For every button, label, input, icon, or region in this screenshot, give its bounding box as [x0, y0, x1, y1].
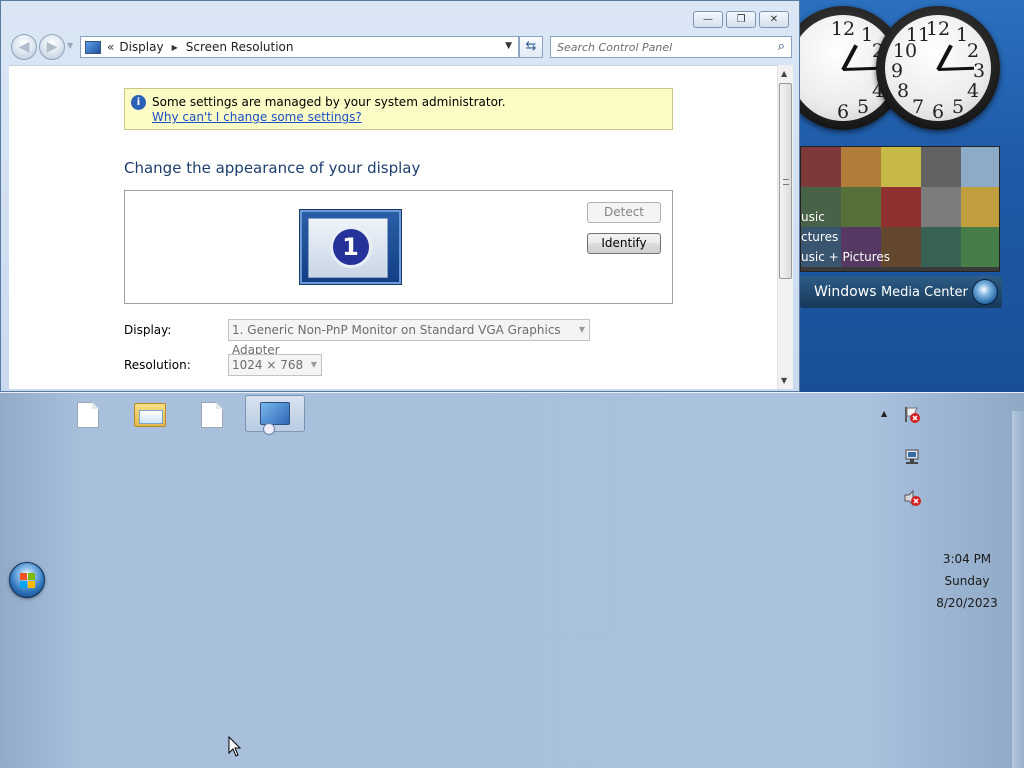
clock-numeral: 11	[905, 24, 931, 46]
clock-numeral: 6	[931, 101, 945, 123]
info-help-link[interactable]: Why can't I change some settings?	[152, 110, 362, 124]
chevron-down-icon: ▼	[578, 325, 585, 334]
clock-numeral: 9	[890, 60, 904, 82]
taskbar-clock-time[interactable]: 3:04 PM	[922, 552, 1012, 566]
admin-info-bar: i Some settings are managed by your syst…	[124, 88, 673, 130]
media-tile	[961, 187, 999, 227]
scroll-grip	[783, 179, 789, 185]
address-bar[interactable]: « Display ▶ Screen Resolution ▼	[80, 36, 519, 58]
taskbar-clock-date[interactable]: 8/20/2023	[922, 596, 1012, 610]
vertical-scrollbar[interactable]: ▲ ▼	[777, 65, 793, 389]
minimize-button[interactable]: —	[693, 11, 723, 28]
clock-minute-hand	[937, 66, 975, 71]
taskbar: ▲ 3:04 PM Sunday 8/20/2023	[0, 392, 1024, 768]
tray-overflow-icon[interactable]: ▲	[881, 409, 887, 418]
media-center-title-suffix: Media Center	[880, 284, 968, 300]
recent-pages-dropdown[interactable]: ▼	[67, 41, 73, 50]
document-icon	[201, 402, 223, 428]
clock-minute-hand	[842, 66, 880, 71]
resolution-label: Resolution:	[124, 358, 191, 372]
media-tile	[881, 147, 921, 187]
control-panel-icon	[260, 402, 290, 435]
clock-numeral: 5	[856, 96, 870, 118]
info-message: Some settings are managed by your system…	[152, 95, 506, 109]
windows-logo-icon	[20, 573, 36, 589]
volume-muted-icon[interactable]	[903, 489, 921, 507]
resolution-select-value: 1024 × 768	[232, 358, 304, 372]
clock-numeral: 12	[830, 18, 856, 40]
media-tile	[961, 227, 999, 267]
breadcrumb-separator-icon[interactable]: ▶	[172, 43, 178, 52]
clock-numeral: 8	[896, 80, 910, 102]
control-panel-icon	[85, 40, 101, 54]
media-tile	[841, 147, 881, 187]
info-icon: i	[131, 95, 146, 110]
detect-button[interactable]: Detect	[587, 202, 661, 223]
clock-gadget[interactable]: 12 1 2 3 4 5 6 7 8 9 10 11	[876, 6, 1000, 130]
clock-numeral: 7	[911, 96, 925, 118]
action-center-icon[interactable]	[903, 406, 921, 424]
media-center-title-bar[interactable]: Windows Media Center	[800, 276, 1002, 308]
media-tile	[921, 147, 961, 187]
monitor-number-badge: 1	[329, 226, 372, 268]
media-label-music[interactable]: usic	[801, 207, 890, 227]
taskbar-item-control-panel[interactable]	[245, 395, 305, 435]
clock-numeral: 3	[972, 60, 986, 82]
breadcrumb-screen-resolution[interactable]: Screen Resolution	[186, 40, 294, 54]
search-box[interactable]: ⌕	[550, 36, 792, 58]
breadcrumb-overflow[interactable]: «	[107, 40, 114, 54]
media-tile	[921, 187, 961, 227]
clock-face: 12 1 2 3 4 5 6 7 8 9 10 11	[885, 15, 991, 123]
media-center-title-prefix: Windows	[814, 284, 877, 300]
media-tile	[801, 147, 841, 187]
folder-icon	[134, 403, 166, 427]
mouse-cursor-icon	[228, 736, 242, 757]
monitor-1-thumbnail[interactable]: 1	[300, 210, 401, 284]
media-label-music-pictures[interactable]: usic + Pictures	[801, 247, 890, 267]
restore-button[interactable]: ❐	[726, 11, 756, 28]
scroll-down-icon[interactable]: ▼	[781, 376, 787, 385]
media-label-pictures[interactable]: ctures	[801, 227, 890, 247]
taskbar-edge	[1012, 411, 1024, 768]
taskbar-item-document[interactable]	[58, 395, 118, 432]
start-button[interactable]	[9, 562, 45, 598]
document-icon	[77, 402, 99, 428]
scroll-up-icon[interactable]: ▲	[781, 69, 787, 78]
address-dropdown-icon[interactable]: ▼	[505, 41, 512, 51]
refresh-button[interactable]: ⇆	[519, 36, 543, 58]
screen-resolution-window: — ❐ ✕ ◀ ▶ ▼ « Display ▶ Screen Resolutio…	[0, 0, 800, 392]
back-button[interactable]: ◀	[11, 34, 37, 60]
breadcrumb-display[interactable]: Display	[119, 40, 163, 54]
clock-numeral: 5	[951, 96, 965, 118]
windows-orb-icon	[972, 279, 998, 305]
display-select-value: 1. Generic Non-PnP Monitor on Standard V…	[232, 323, 561, 357]
display-label: Display:	[124, 323, 172, 337]
clock-numeral: 4	[966, 80, 980, 102]
resolution-select[interactable]: 1024 × 768 ▼	[228, 354, 322, 376]
media-center-gadget[interactable]: usic ctures usic + Pictures Windows Medi…	[800, 146, 1002, 310]
search-icon[interactable]: ⌕	[778, 39, 785, 54]
taskbar-item-document[interactable]	[182, 395, 242, 432]
network-icon[interactable]	[903, 448, 921, 466]
display-select[interactable]: 1. Generic Non-PnP Monitor on Standard V…	[228, 319, 590, 357]
content-pane: i Some settings are managed by your syst…	[9, 65, 777, 389]
clock-numeral: 6	[836, 101, 850, 123]
close-button[interactable]: ✕	[759, 11, 789, 28]
identify-button[interactable]: Identify	[587, 233, 661, 254]
media-center-labels: usic ctures usic + Pictures	[801, 207, 890, 267]
monitor-arrangement-box: 1 Detect Identify	[124, 190, 673, 304]
scrollbar-thumb[interactable]	[779, 83, 792, 279]
taskbar-item-explorer[interactable]	[120, 395, 180, 432]
media-center-tiles[interactable]: usic ctures usic + Pictures	[800, 146, 1000, 272]
media-tile	[921, 227, 961, 267]
chevron-down-icon: ▼	[310, 360, 317, 369]
page-title: Change the appearance of your display	[124, 159, 421, 177]
search-input[interactable]	[557, 37, 767, 57]
media-tile	[961, 147, 999, 187]
taskbar-clock-day[interactable]: Sunday	[922, 574, 1012, 588]
clock-numeral: 2	[966, 40, 980, 62]
forward-button[interactable]: ▶	[39, 34, 65, 60]
